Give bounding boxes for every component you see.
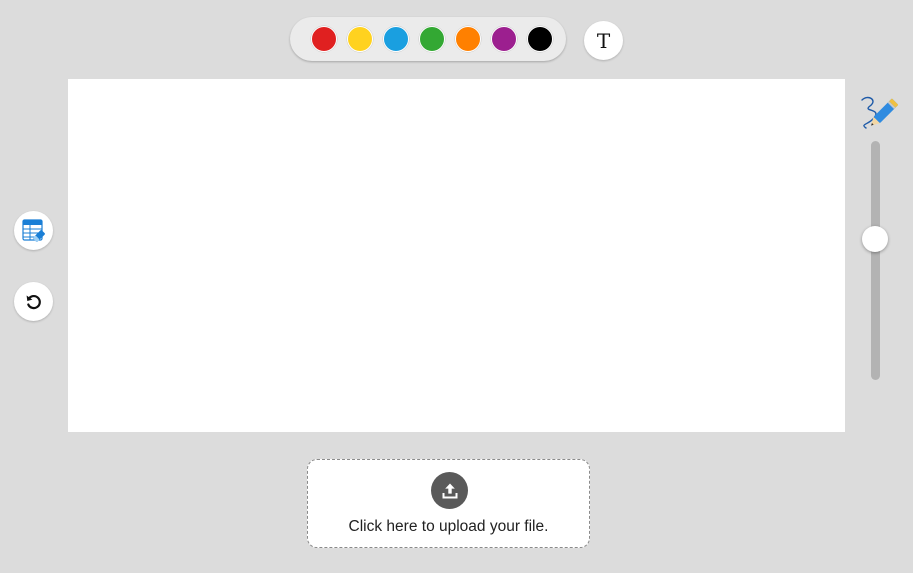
undo-button[interactable] xyxy=(14,282,53,321)
drawing-app: T Click here to upload your file. xyxy=(0,0,913,573)
color-swatch-black[interactable] xyxy=(527,26,553,52)
color-swatch-blue[interactable] xyxy=(383,26,409,52)
color-swatch-red[interactable] xyxy=(311,26,337,52)
color-swatch-green[interactable] xyxy=(419,26,445,52)
color-swatch-yellow[interactable] xyxy=(347,26,373,52)
color-palette xyxy=(290,17,566,61)
upload-icon xyxy=(431,472,468,509)
drawing-canvas[interactable] xyxy=(68,79,845,432)
brush-size-slider[interactable] xyxy=(871,141,880,380)
file-upload-dropzone[interactable]: Click here to upload your file. xyxy=(307,459,590,548)
color-swatch-orange[interactable] xyxy=(455,26,481,52)
text-tool-icon: T xyxy=(596,28,611,53)
upload-label: Click here to upload your file. xyxy=(348,518,549,535)
text-tool-button[interactable]: T xyxy=(584,21,623,60)
color-swatch-purple[interactable] xyxy=(491,26,517,52)
eraser-button[interactable] xyxy=(14,211,53,250)
undo-icon xyxy=(26,294,41,309)
pencil-icon[interactable] xyxy=(858,94,898,134)
eraser-table-icon xyxy=(21,218,45,242)
brush-size-slider-thumb[interactable] xyxy=(862,226,888,253)
